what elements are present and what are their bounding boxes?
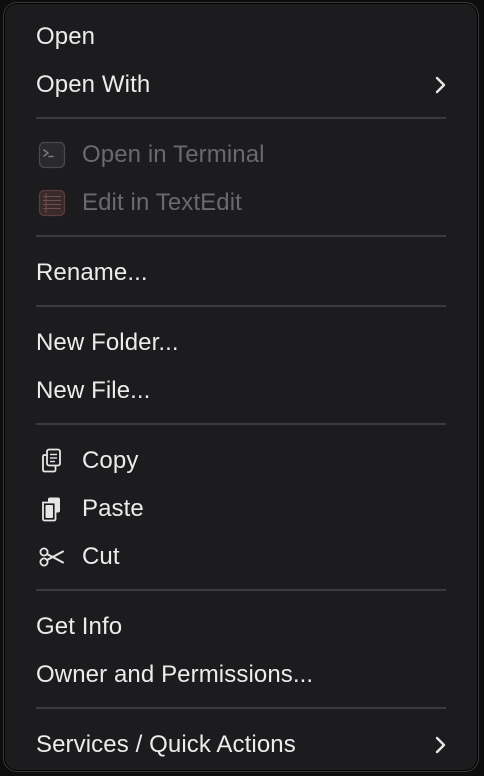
menu-item-edit-in-textedit-label: Edit in TextEdit — [82, 189, 242, 216]
paste-icon — [37, 494, 67, 524]
context-menu: Open Open With Open in Terminal Edit in … — [3, 2, 479, 772]
menu-item-get-info[interactable]: Get Info — [24, 605, 458, 649]
menu-item-paste-label: Paste — [82, 495, 144, 522]
menu-item-get-info-label: Get Info — [36, 613, 123, 640]
menu-item-open-with-label: Open With — [36, 71, 151, 98]
menu-item-cut[interactable]: Cut — [24, 535, 458, 579]
chevron-right-icon — [435, 736, 446, 754]
terminal-app-icon — [37, 140, 67, 170]
menu-item-services-label: Services / Quick Actions — [36, 731, 296, 758]
menu-separator — [36, 235, 446, 237]
scissors-icon — [37, 542, 67, 572]
menu-item-new-folder[interactable]: New Folder... — [24, 321, 458, 365]
copy-icon — [37, 446, 67, 476]
menu-item-rename[interactable]: Rename... — [24, 251, 458, 295]
menu-item-paste[interactable]: Paste — [24, 487, 458, 531]
menu-item-new-file[interactable]: New File... — [24, 369, 458, 413]
chevron-right-icon — [435, 76, 446, 94]
menu-item-open-with[interactable]: Open With — [24, 63, 458, 107]
menu-item-rename-label: Rename... — [36, 259, 148, 286]
menu-separator — [36, 423, 446, 425]
menu-separator — [36, 589, 446, 591]
menu-separator — [36, 305, 446, 307]
menu-item-copy-label: Copy — [82, 447, 139, 474]
menu-item-open-label: Open — [36, 23, 96, 50]
menu-item-owner-permissions-label: Owner and Permissions... — [36, 661, 314, 688]
menu-item-copy[interactable]: Copy — [24, 439, 458, 483]
menu-item-new-folder-label: New Folder... — [36, 329, 179, 356]
menu-item-new-file-label: New File... — [36, 377, 151, 404]
menu-item-services[interactable]: Services / Quick Actions — [24, 723, 458, 767]
menu-item-open-in-terminal[interactable]: Open in Terminal — [24, 133, 458, 177]
menu-item-cut-label: Cut — [82, 543, 120, 570]
textedit-app-icon — [37, 188, 67, 218]
menu-item-open[interactable]: Open — [24, 15, 458, 59]
menu-item-open-in-terminal-label: Open in Terminal — [82, 141, 265, 168]
menu-item-owner-permissions[interactable]: Owner and Permissions... — [24, 653, 458, 697]
menu-separator — [36, 707, 446, 709]
menu-item-edit-in-textedit[interactable]: Edit in TextEdit — [24, 181, 458, 225]
menu-separator — [36, 117, 446, 119]
